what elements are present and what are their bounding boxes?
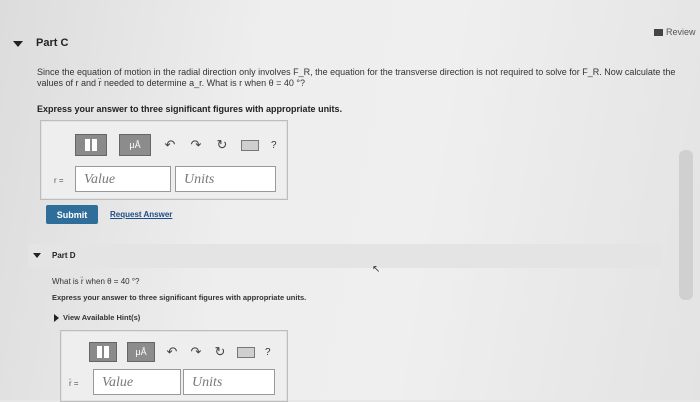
expand-arrow-icon [54,313,59,322]
page: Review Part C Since the equation of moti… [0,0,700,402]
scrollbar[interactable] [679,150,693,300]
units-input[interactable]: Units [175,166,276,192]
r-ddot-label: r̈ = [69,379,79,388]
keyboard-icon[interactable] [237,346,255,358]
r-label: r = [54,176,64,185]
part-d-instruction: Express your answer to three significant… [52,293,307,302]
part-d-header[interactable] [28,244,662,268]
collapse-arrow-icon[interactable] [33,253,41,258]
review-icon [654,28,663,36]
view-hints-label: View Available Hint(s) [63,313,141,322]
reset-icon[interactable]: ↻ [215,137,229,153]
units-button[interactable]: μÅ [127,342,155,362]
redo-icon[interactable]: ↷ [189,344,203,360]
collapse-arrow-icon[interactable] [13,41,23,47]
undo-icon[interactable]: ↶ [163,137,177,153]
part-d-question: What is r̈ when θ = 40 °? [52,277,140,286]
request-answer-link[interactable]: Request Answer [110,210,172,219]
mouse-cursor-icon: ↖ [372,264,381,275]
redo-icon[interactable]: ↷ [189,137,203,153]
part-c-toolbar: μÅ ↶ ↷ ↻ ? [75,134,277,156]
submit-button[interactable]: Submit [46,205,98,224]
part-c-title: Part C [36,37,69,49]
value-input[interactable]: Value [75,166,171,192]
help-icon[interactable]: ? [271,140,277,151]
part-d-title: Part D [52,251,76,260]
part-c-instruction: Express your answer to three significant… [37,104,343,114]
part-c-answer-panel: μÅ ↶ ↷ ↻ ? r = Value Units [40,120,288,200]
part-d-answer-panel: μÅ ↶ ↷ ↻ ? r̈ = Value Units [60,330,288,402]
part-d-toolbar: μÅ ↶ ↷ ↻ ? [89,342,271,362]
part-c-paragraph: Since the equation of motion in the radi… [37,67,676,88]
view-hints-link[interactable]: View Available Hint(s) [54,313,140,322]
review-link[interactable]: Review [654,27,696,37]
keyboard-icon[interactable] [241,139,259,151]
undo-icon[interactable]: ↶ [165,344,179,360]
review-label: Review [666,27,696,37]
units-button[interactable]: μÅ [119,134,151,156]
templates-button[interactable] [89,342,117,362]
help-icon[interactable]: ? [265,347,271,358]
reset-icon[interactable]: ↻ [213,344,227,360]
value-input[interactable]: Value [93,369,181,395]
templates-button[interactable] [75,134,107,156]
units-input[interactable]: Units [183,369,275,395]
